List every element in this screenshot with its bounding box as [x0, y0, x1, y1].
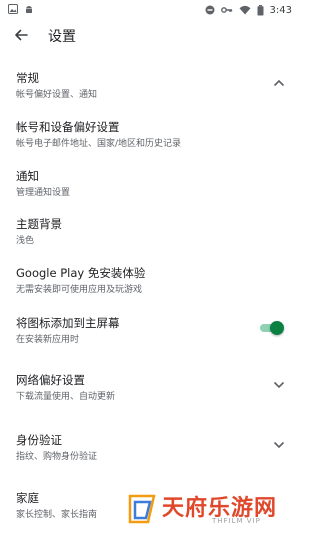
arrow-back-icon[interactable] — [10, 24, 32, 46]
setting-title: 将图标添加到主屏幕 — [16, 316, 120, 330]
toolbar: 设置 — [0, 22, 300, 48]
chevron-down-icon[interactable] — [272, 438, 286, 452]
chevron-down-icon[interactable] — [272, 378, 286, 392]
setting-network[interactable]: 网络偏好设置 下载流量使用、自动更新 — [0, 372, 300, 416]
setting-subtitle: 管理通知设置 — [16, 188, 71, 198]
setting-title: 网络偏好设置 — [16, 373, 85, 387]
setting-title: 常规 — [16, 71, 39, 85]
setting-title: 帐号和设备偏好设置 — [16, 120, 120, 134]
setting-subtitle: 下载流量使用、自动更新 — [16, 392, 116, 402]
setting-add-icon-home[interactable]: 将图标添加到主屏幕 在安装新应用时 — [0, 315, 300, 359]
setting-subtitle: 在安装新应用时 — [16, 335, 80, 345]
setting-title: 主题背景 — [16, 217, 62, 231]
setting-title: 身份验证 — [16, 433, 62, 447]
setting-subtitle: 帐号电子邮件地址、国家/地区和历史记录 — [16, 139, 182, 149]
page-title: 设置 — [48, 29, 76, 45]
toggle-thumb — [270, 321, 284, 335]
setting-title: 通知 — [16, 169, 39, 183]
setting-title: 家庭 — [16, 491, 39, 505]
wifi-icon — [239, 5, 251, 15]
status-time: 3:43 — [269, 4, 292, 16]
watermark-logo-icon — [126, 492, 158, 526]
setting-title: Google Play 免安装体验 — [16, 266, 146, 280]
watermark-subtext: THFILM VIP — [212, 517, 261, 525]
battery-icon — [257, 4, 264, 16]
watermark: 天府乐游网 THFILM VIP — [120, 486, 300, 533]
add-icon-toggle[interactable] — [256, 321, 284, 335]
setting-authentication[interactable]: 身份验证 指纹、购物身份验证 — [0, 432, 300, 476]
setting-subtitle: 浅色 — [16, 236, 35, 246]
setting-account-device[interactable]: 帐号和设备偏好设置 帐号电子邮件地址、国家/地区和历史记录 — [0, 119, 300, 163]
android-icon — [24, 4, 34, 17]
setting-subtitle: 帐号偏好设置、通知 — [16, 90, 98, 100]
setting-subtitle: 指纹、购物身份验证 — [16, 452, 98, 462]
photo-icon — [8, 3, 18, 17]
dnd-icon — [205, 5, 215, 15]
chevron-up-icon[interactable] — [272, 76, 286, 90]
key-icon — [220, 5, 233, 15]
setting-instant-apps[interactable]: Google Play 免安装体验 无需安装即可使用应用及玩游戏 — [0, 265, 300, 309]
status-bar: 3:43 — [0, 0, 300, 20]
setting-subtitle: 无需安装即可使用应用及玩游戏 — [16, 285, 143, 295]
setting-notifications[interactable]: 通知 管理通知设置 — [0, 168, 300, 212]
setting-general[interactable]: 常规 帐号偏好设置、通知 — [0, 70, 300, 114]
setting-subtitle: 家长控制、家长指南 — [16, 510, 98, 520]
setting-theme[interactable]: 主题背景 浅色 — [0, 216, 300, 260]
